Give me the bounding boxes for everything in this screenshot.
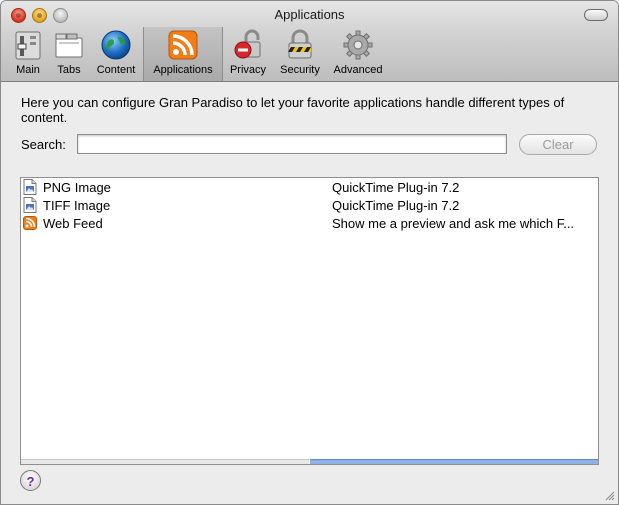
row-content-type: Web Feed xyxy=(43,216,103,231)
toolbar-privacy[interactable]: Privacy xyxy=(223,27,273,81)
list-row[interactable]: PNG Image QuickTime Plug-in 7.2 xyxy=(21,178,598,196)
toolbar-content-label: Content xyxy=(96,64,136,76)
applications-description: Here you can configure Gran Paradiso to … xyxy=(21,95,565,125)
toolbar-privacy-label: Privacy xyxy=(229,64,267,76)
row-content-type: TIFF Image xyxy=(43,198,111,213)
row-action[interactable]: Show me a preview and ask me which F... xyxy=(332,216,596,231)
window-chrome: Applications Main Tabs Content Applicati… xyxy=(1,1,618,82)
window-title: Applications xyxy=(274,7,345,22)
clear-button[interactable]: Clear xyxy=(519,134,597,155)
image-file-icon xyxy=(23,197,37,213)
title-bar[interactable]: Applications xyxy=(1,1,618,27)
globe-icon xyxy=(101,30,131,60)
toolbar-main-label: Main xyxy=(16,64,40,76)
resize-grip-icon[interactable] xyxy=(604,490,615,501)
search-label: Search: xyxy=(21,137,66,152)
tabs-icon xyxy=(55,33,83,58)
toolbar-advanced[interactable]: Advanced xyxy=(327,27,389,81)
row-content-type: PNG Image xyxy=(43,180,111,195)
rss-feed-icon xyxy=(168,30,198,60)
privacy-icon xyxy=(234,29,261,59)
column-header-content-type[interactable] xyxy=(21,459,309,464)
toolbar-applications[interactable]: Applications xyxy=(143,27,223,81)
toolbar-security-label: Security xyxy=(280,64,320,76)
applications-list[interactable]: PNG Image QuickTime Plug-in 7.2 TIFF Ima… xyxy=(20,177,599,465)
toolbar-main[interactable]: Main xyxy=(7,27,49,81)
help-button[interactable]: ? xyxy=(20,470,41,491)
main-switch-icon xyxy=(15,31,41,60)
padlock-icon xyxy=(288,29,312,59)
row-action[interactable]: QuickTime Plug-in 7.2 xyxy=(332,198,596,213)
toolbar-advanced-label: Advanced xyxy=(333,64,383,76)
toolbar-security[interactable]: Security xyxy=(273,27,327,81)
toolbar-tabs-label: Tabs xyxy=(57,64,81,76)
search-input[interactable] xyxy=(77,134,507,154)
preferences-window: Applications Main Tabs Content Applicati… xyxy=(0,0,619,505)
list-row[interactable]: TIFF Image QuickTime Plug-in 7.2 xyxy=(21,196,598,214)
rss-feed-icon xyxy=(23,216,37,230)
list-row[interactable]: Web Feed Show me a preview and ask me wh… xyxy=(21,214,598,232)
image-file-icon xyxy=(23,179,37,195)
toolbar-toggle-button[interactable] xyxy=(584,9,608,21)
gear-icon xyxy=(343,30,373,60)
toolbar-tabs[interactable]: Tabs xyxy=(49,27,89,81)
toolbar-content[interactable]: Content xyxy=(89,27,143,81)
toolbar-applications-label: Applications xyxy=(153,64,213,76)
column-header-action[interactable] xyxy=(310,459,598,464)
preferences-toolbar: Main Tabs Content Applications Privacy S… xyxy=(7,27,389,81)
row-action[interactable]: QuickTime Plug-in 7.2 xyxy=(332,180,596,195)
